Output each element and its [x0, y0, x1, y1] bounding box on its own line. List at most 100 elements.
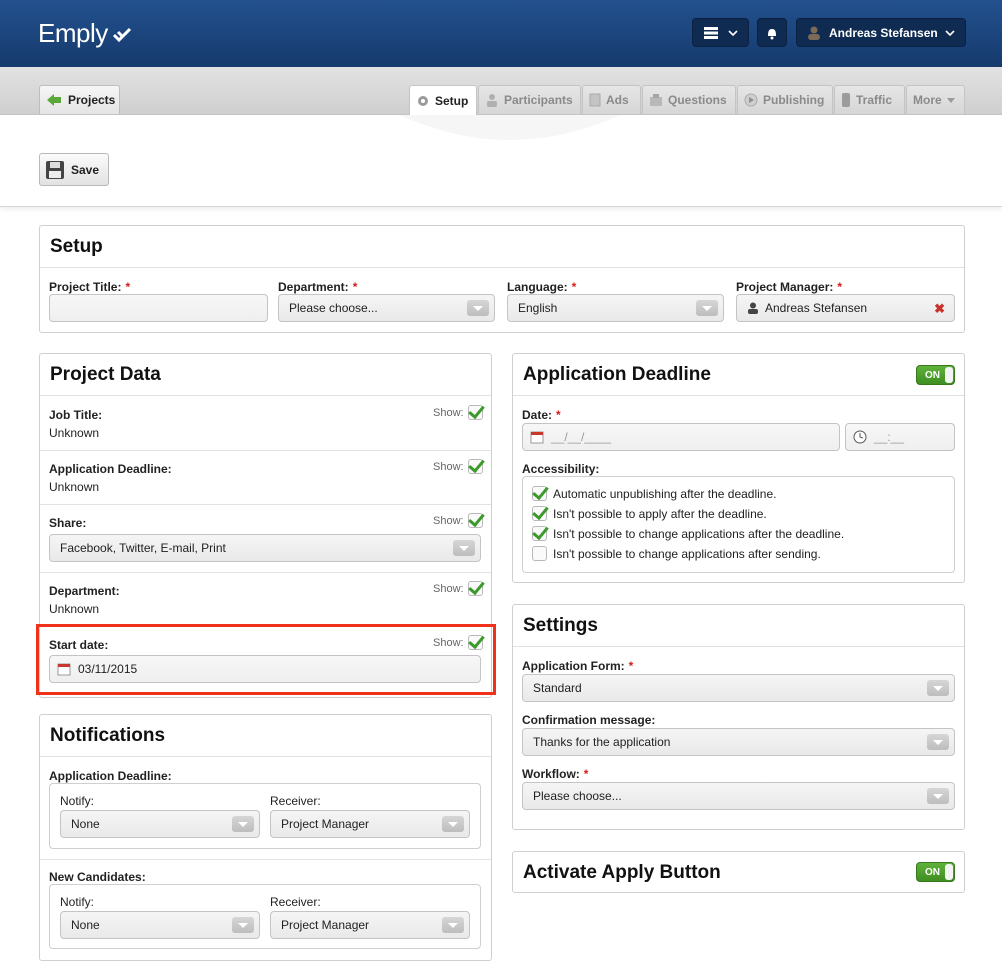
deadline-notify-select[interactable]: None	[60, 810, 260, 838]
apply-button-title: Activate Apply Button	[523, 862, 721, 883]
manager-name: Andreas Stefansen	[765, 301, 868, 315]
deadline-date-input[interactable]: __/__/____	[522, 423, 840, 451]
receiver-label: Receiver:	[270, 895, 321, 909]
option-checkbox[interactable]	[532, 486, 547, 501]
dropdown-arrow-icon	[696, 300, 718, 316]
floppy-disk-icon	[46, 160, 64, 179]
apply-button-toggle[interactable]: ON	[916, 862, 955, 882]
workflow-label: Workflow: *	[522, 767, 589, 781]
settings-title: Settings	[513, 605, 964, 647]
logo-text: Emply	[38, 18, 108, 48]
job-title-show-checkbox[interactable]	[467, 405, 483, 420]
divider	[40, 450, 491, 451]
department-show: Show:	[433, 581, 483, 596]
application-form-label: Application Form: *	[522, 659, 634, 673]
deadline-time-input[interactable]: __:__	[845, 423, 955, 451]
chevron-down-icon	[727, 29, 738, 36]
save-button[interactable]: Save	[39, 153, 109, 186]
application-deadline-title: Application Deadline	[513, 354, 964, 396]
deadline-toggle[interactable]: ON	[916, 365, 955, 385]
divider	[40, 859, 491, 860]
gear-icon	[418, 95, 428, 106]
date-placeholder: __/__/____	[551, 430, 612, 444]
option-label: Isn't possible to change applications af…	[553, 526, 845, 541]
project-title-input[interactable]	[49, 294, 268, 322]
document-icon	[589, 93, 601, 107]
projects-back-button[interactable]: Projects	[39, 85, 120, 114]
divider	[40, 504, 491, 505]
remove-manager-icon[interactable]: ✖	[934, 301, 945, 317]
project-manager-field[interactable]: Andreas Stefansen ✖	[736, 294, 955, 322]
tab-ads[interactable]: Ads	[582, 85, 641, 114]
accessibility-option[interactable]: Isn't possible to change applications af…	[532, 546, 821, 561]
dropdown-arrow-icon	[232, 816, 254, 832]
tab-label: Traffic	[856, 93, 893, 107]
share-show-checkbox[interactable]	[467, 513, 483, 528]
deadline-receiver-select[interactable]: Project Manager	[270, 810, 470, 838]
language-select[interactable]: English	[507, 294, 724, 322]
main-menu-button[interactable]	[692, 18, 749, 47]
workflow-select[interactable]: Please choose...	[522, 782, 955, 810]
candidates-receiver-select[interactable]: Project Manager	[270, 911, 470, 939]
project-data-title: Project Data	[40, 354, 491, 396]
language-label: Language: *	[507, 280, 577, 294]
tab-participants[interactable]: Participants	[478, 85, 581, 114]
tabs-bar: Projects Setup Participants Ads Question…	[0, 67, 1002, 115]
deadline-show-checkbox[interactable]	[467, 459, 483, 474]
top-bar: Emply Andreas Stefansen	[0, 0, 1002, 67]
share-label: Share:	[49, 516, 87, 530]
deadline-value: Unknown	[49, 480, 100, 494]
option-checkbox[interactable]	[532, 526, 547, 541]
arrow-left-icon	[47, 94, 61, 106]
tab-questions[interactable]: Questions	[642, 85, 736, 114]
option-checkbox[interactable]	[532, 546, 547, 561]
deadline-show: Show:	[433, 459, 483, 474]
dropdown-arrow-icon	[442, 917, 464, 933]
tab-publishing[interactable]: Publishing	[737, 85, 833, 114]
caret-down-icon	[946, 97, 955, 103]
option-checkbox[interactable]	[532, 506, 547, 521]
tab-label: Questions	[668, 93, 727, 107]
clock-icon	[853, 430, 867, 444]
department-show-checkbox[interactable]	[467, 581, 483, 596]
emply-logo[interactable]: Emply	[38, 18, 134, 49]
accessibility-label: Accessibility:	[522, 462, 600, 476]
apply-button-panel: Activate Apply Button	[512, 851, 965, 893]
logo-mark-icon	[112, 27, 131, 42]
share-select[interactable]: Facebook, Twitter, E-mail, Print	[49, 534, 481, 562]
confirmation-message-label: Confirmation message:	[522, 713, 656, 727]
department-data-value: Unknown	[49, 602, 100, 616]
notify-label: Notify:	[60, 794, 95, 808]
department-select[interactable]: Please choose...	[278, 294, 495, 322]
project-title-label: Project Title: *	[49, 280, 131, 294]
notify-label: Notify:	[60, 895, 95, 909]
notifications-button[interactable]	[757, 18, 787, 47]
tab-setup[interactable]: Setup	[409, 85, 477, 115]
person-icon	[487, 94, 497, 107]
confirmation-message-select[interactable]: Thanks for the application	[522, 728, 955, 756]
dropdown-arrow-icon	[232, 917, 254, 933]
user-icon	[748, 302, 758, 314]
tab-more[interactable]: More	[906, 85, 965, 114]
application-form-select[interactable]: Standard	[522, 674, 955, 702]
user-name: Andreas Stefansen	[829, 25, 938, 40]
list-icon	[703, 26, 718, 39]
tab-label: Setup	[435, 93, 469, 108]
accessibility-option[interactable]: Isn't possible to apply after the deadli…	[532, 506, 767, 521]
tab-notch	[400, 115, 620, 140]
notify-deadline-label: Application Deadline:	[49, 769, 172, 783]
tab-traffic[interactable]: Traffic	[834, 85, 905, 114]
dropdown-arrow-icon	[442, 816, 464, 832]
department-label: Department: *	[278, 280, 358, 294]
user-menu-button[interactable]: Andreas Stefansen	[796, 18, 966, 47]
dropdown-arrow-icon	[927, 788, 949, 804]
bell-icon	[768, 28, 776, 39]
accessibility-option[interactable]: Isn't possible to change applications af…	[532, 526, 844, 541]
accessibility-option[interactable]: Automatic unpublishing after the deadlin…	[532, 486, 776, 501]
save-label: Save	[71, 162, 100, 177]
deadline-label: Application Deadline:	[49, 462, 172, 476]
candidates-notify-select[interactable]: None	[60, 911, 260, 939]
option-label: Automatic unpublishing after the deadlin…	[553, 486, 777, 501]
job-title-label: Job Title:	[49, 408, 103, 422]
job-title-value: Unknown	[49, 426, 100, 440]
